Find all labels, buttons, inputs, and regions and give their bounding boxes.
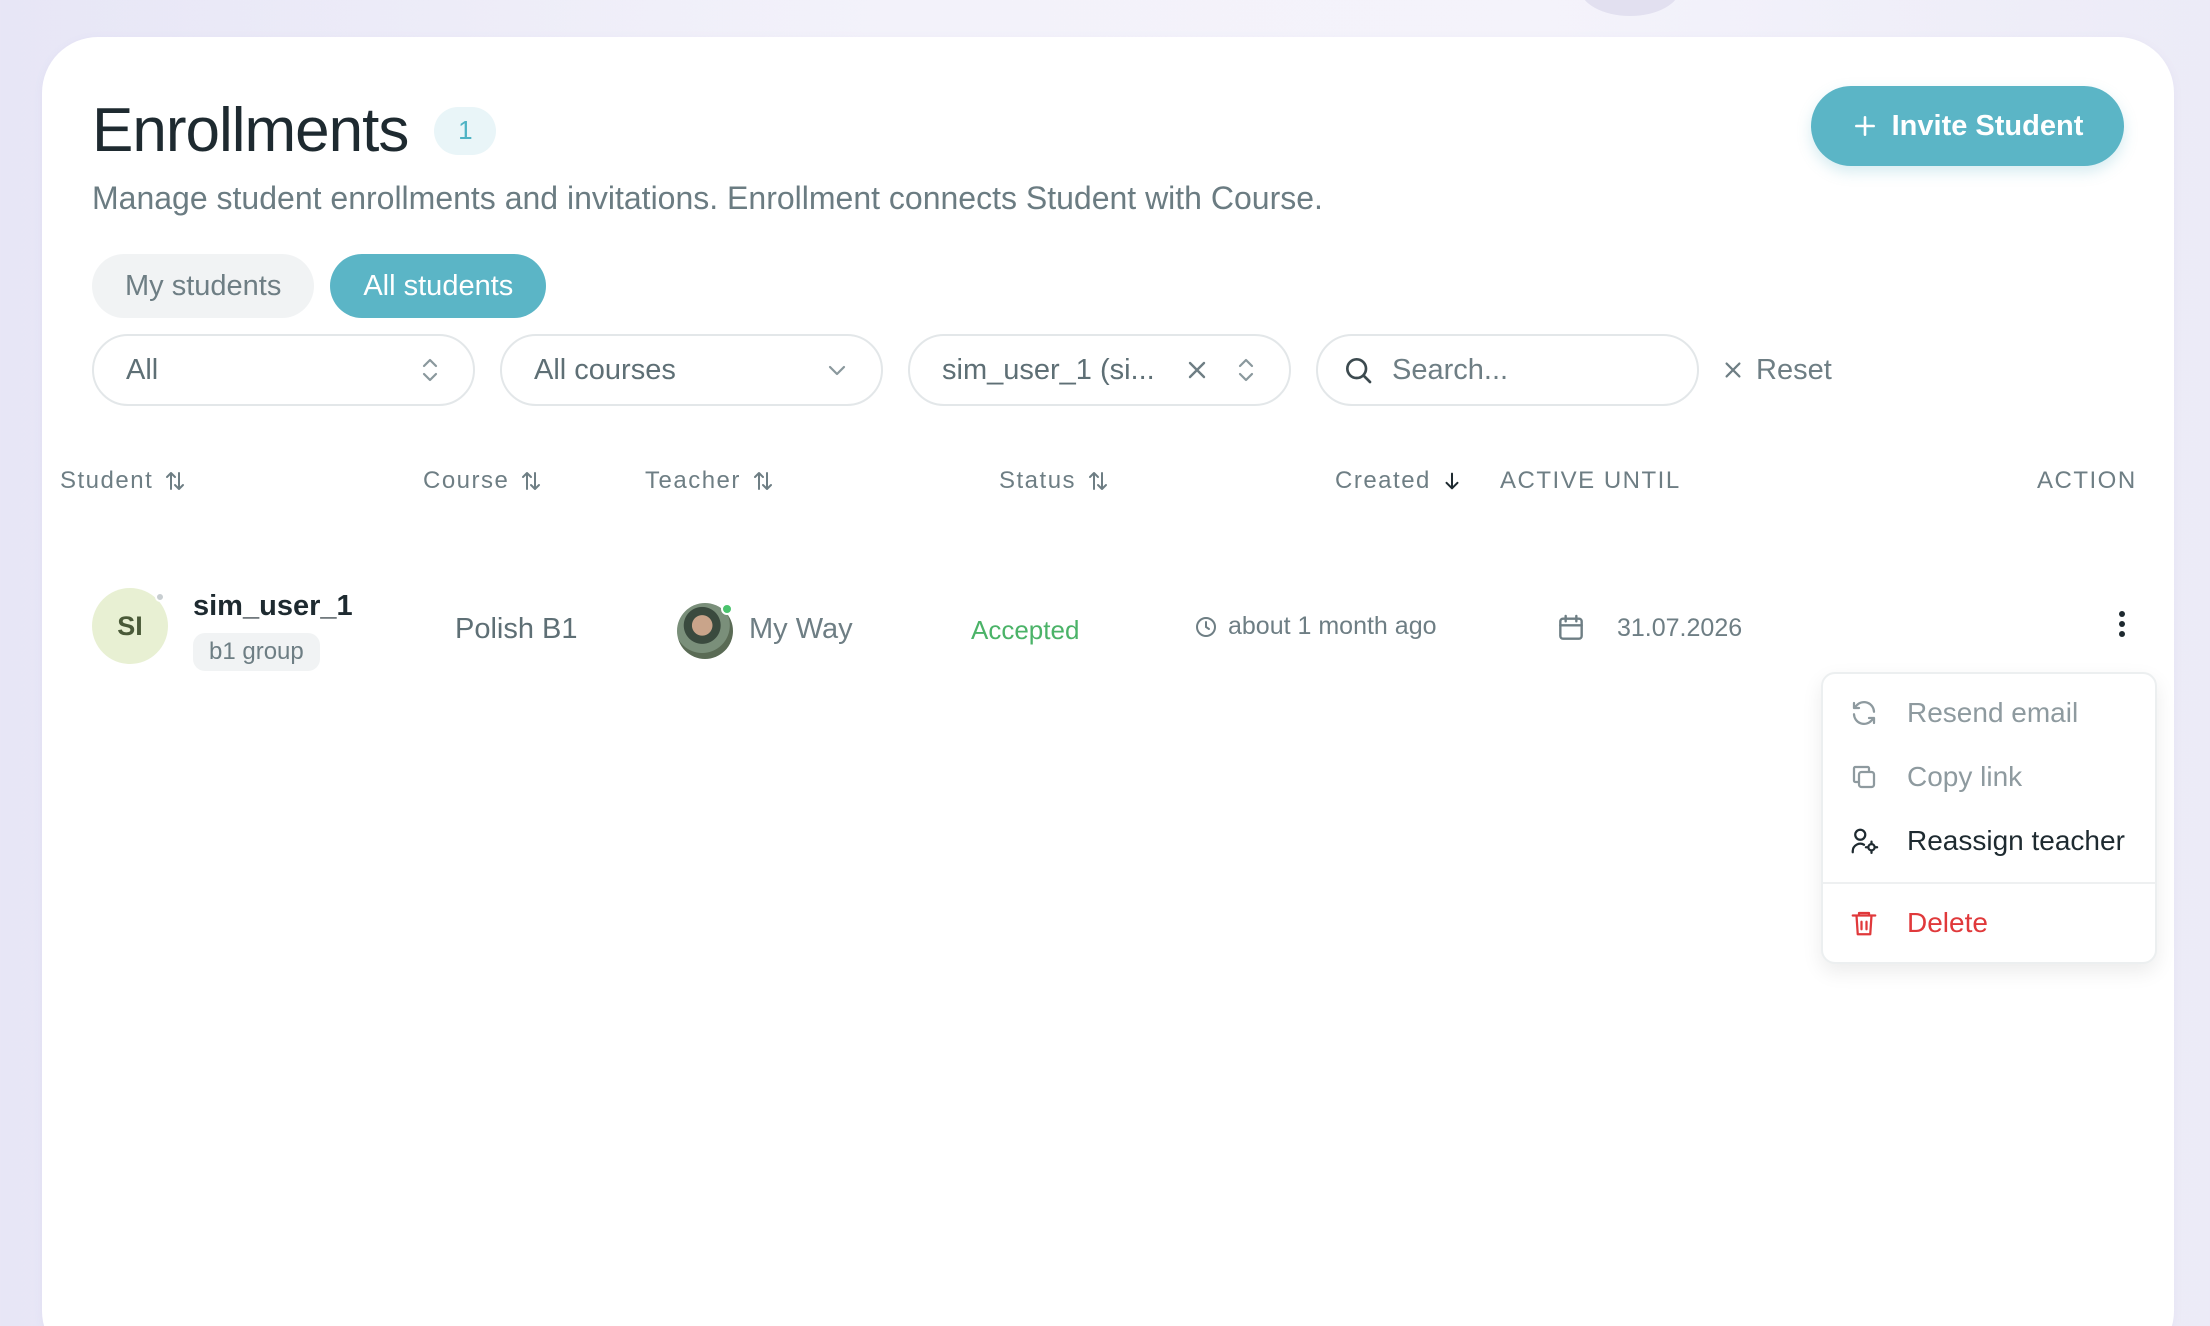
column-header-label: Teacher	[645, 467, 741, 494]
column-header-teacher[interactable]: Teacher	[645, 467, 775, 495]
student-name[interactable]: sim_user_1	[193, 590, 353, 623]
menu-item-label: Copy link	[1907, 761, 2023, 792]
page-title: Enrollments	[92, 96, 409, 165]
page-subtitle: Manage student enrollments and invitatio…	[92, 180, 1323, 216]
title-row: Enrollments 1	[92, 95, 497, 166]
arrow-down-icon	[1445, 472, 1459, 490]
refresh-icon	[1852, 701, 1876, 725]
invite-student-label: Invite Student	[1891, 109, 2084, 142]
group-badge: b1 group	[193, 633, 320, 671]
invite-student-button[interactable]: Invite Student	[1811, 86, 2124, 166]
presence-dot	[155, 592, 165, 602]
menu-item-label: Reassign teacher	[1907, 825, 2125, 856]
plus-icon	[1854, 116, 1875, 136]
course-filter-select[interactable]: All courses	[500, 334, 883, 406]
active-until-value: 31.07.2026	[1617, 613, 1743, 642]
clock-icon	[1196, 616, 1216, 637]
chevrons-up-down-icon	[422, 358, 438, 382]
search-icon	[1346, 358, 1372, 384]
teacher-online-dot	[721, 603, 733, 615]
chevrons-up-down-icon	[1238, 358, 1254, 382]
copy-icon	[1852, 765, 1876, 789]
created-value: about 1 month ago	[1228, 612, 1437, 640]
filter-bar: All All courses sim_user_1 (si... Search…	[92, 334, 1832, 406]
active-until-cell[interactable]: 31.07.2026	[1555, 612, 1742, 644]
created-cell: about 1 month ago	[1194, 612, 1437, 641]
sort-icon	[753, 472, 772, 490]
background-decoration	[1580, 0, 1680, 16]
menu-item-copy-link[interactable]: Copy link	[1823, 747, 2155, 807]
row-actions-button[interactable]	[2102, 604, 2142, 644]
sort-icon	[166, 472, 185, 490]
table-header: Student Course Teacher Status Created AC…	[42, 467, 2174, 517]
search-placeholder: Search...	[1392, 353, 1509, 386]
row-action-menu: Resend email Copy link Reassign teacher …	[1821, 672, 2157, 964]
course-filter-value: All courses	[534, 353, 676, 386]
teacher-name: My Way	[749, 613, 853, 645]
student-filter-value: sim_user_1 (si...	[942, 353, 1155, 386]
clear-icon[interactable]	[1185, 358, 1209, 382]
sort-icon	[522, 472, 541, 490]
trash-icon	[1851, 911, 1877, 936]
reset-filters-button[interactable]: Reset	[1722, 354, 1832, 387]
menu-item-label: Resend email	[1907, 697, 2079, 728]
column-header-label: Student	[60, 467, 154, 494]
status-filter-value: All	[126, 353, 159, 386]
column-header-course[interactable]: Course	[423, 467, 543, 495]
tab-all-students[interactable]: All students	[330, 254, 547, 318]
column-header-label: ACTIVE UNTIL	[1500, 467, 1681, 494]
user-cog-icon	[1851, 828, 1879, 854]
column-header-status[interactable]: Status	[999, 467, 1110, 495]
count-badge: 1	[434, 106, 497, 155]
menu-divider	[1823, 882, 2155, 884]
table-row[interactable]: SI sim_user_1 b1 group Polish B1 My Way …	[42, 547, 2174, 677]
search-field[interactable]: Search...	[1316, 334, 1699, 406]
chevron-down-icon	[828, 365, 846, 376]
menu-item-delete[interactable]: Delete	[1823, 893, 2155, 953]
tab-my-students[interactable]: My students	[92, 254, 315, 318]
menu-item-reassign-teacher[interactable]: Reassign teacher	[1823, 811, 2155, 871]
column-header-created[interactable]: Created	[1335, 467, 1463, 495]
column-header-student[interactable]: Student	[60, 467, 187, 495]
course-name: Polish B1	[455, 613, 578, 645]
status-filter-select[interactable]: All	[92, 334, 475, 406]
column-header-label: Created	[1335, 467, 1431, 494]
menu-item-label: Delete	[1907, 907, 1988, 938]
enrollments-card: Enrollments 1 Manage student enrollments…	[42, 37, 2174, 1326]
status-badge: Accepted	[971, 615, 1080, 645]
column-header-label: Course	[423, 467, 510, 494]
column-header-label: Status	[999, 467, 1077, 494]
close-icon	[1725, 362, 1741, 378]
student-filter-select[interactable]: sim_user_1 (si...	[908, 334, 1291, 406]
column-header-active-until: ACTIVE UNTIL	[1500, 467, 1681, 495]
calendar-icon	[1559, 614, 1583, 640]
column-header-label: ACTION	[2037, 467, 2137, 494]
menu-item-resend-email[interactable]: Resend email	[1823, 683, 2155, 743]
more-vertical-icon	[2119, 611, 2125, 637]
column-header-action: ACTION	[2037, 467, 2137, 495]
reset-label: Reset	[1756, 353, 1832, 386]
sort-icon	[1089, 472, 1108, 490]
student-scope-tabs: My students All students	[92, 254, 547, 318]
